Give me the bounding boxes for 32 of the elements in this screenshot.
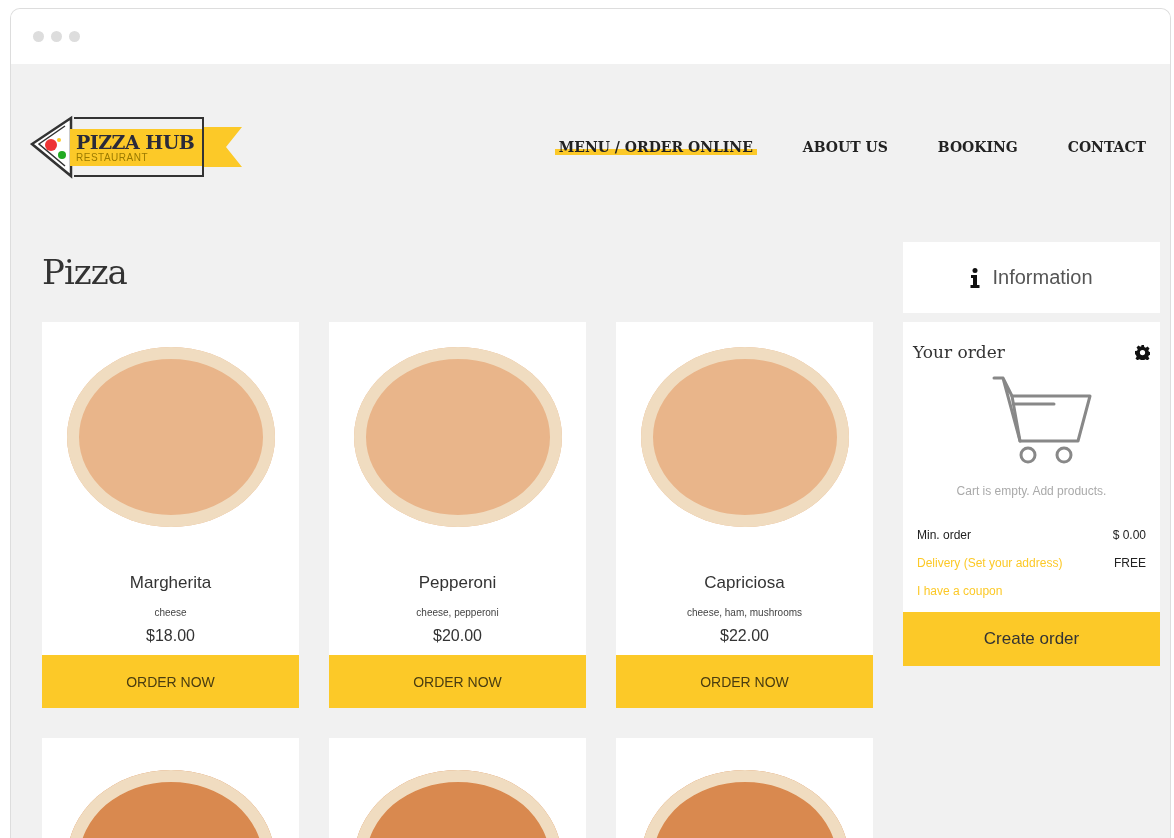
create-order-button[interactable]: Create order: [903, 612, 1160, 666]
empty-cart-message: Cart is empty. Add products.: [955, 484, 1108, 498]
pizza-ingredients: cheese, ham, mushrooms: [685, 607, 804, 618]
settings-icon[interactable]: [1135, 344, 1150, 360]
logo-name: PIZZA HUB: [76, 130, 195, 153]
nav-link[interactable]: BOOKING: [933, 139, 1022, 155]
window-dot: [69, 31, 80, 42]
pizza-name: Pepperoni: [417, 573, 498, 593]
pizza-ingredients: cheese, pepperoni: [415, 607, 500, 618]
order-now-button[interactable]: ORDER NOW: [616, 655, 873, 708]
information-label[interactable]: Information: [992, 266, 1093, 289]
pizza-slice-icon: [28, 114, 74, 180]
pizza-price: $20.00: [432, 627, 483, 645]
pizza-name: Capriciosa: [703, 573, 786, 593]
window-dot: [51, 31, 62, 42]
cart-icon: [991, 376, 1092, 466]
summary-value: FREE: [1114, 556, 1146, 570]
nav-link[interactable]: ABOUT US: [798, 139, 892, 155]
order-now-button[interactable]: ORDER NOW: [42, 655, 299, 708]
pizza-price: $18.00: [145, 627, 196, 645]
order-now-button[interactable]: ORDER NOW: [329, 655, 586, 708]
summary-value: $ 0.00: [1112, 528, 1146, 542]
order-title: Your order: [913, 342, 1005, 362]
info-icon: [970, 267, 981, 288]
pizza-name: Margherita: [128, 573, 213, 593]
logo-tagline: RESTAURANT: [76, 152, 150, 163]
window-dot: [33, 31, 44, 42]
pizza-price: $22.00: [719, 627, 770, 645]
pizza-ingredients: cheese: [153, 607, 188, 618]
summary-label: Min. order: [917, 528, 972, 542]
section-title: Pizza: [42, 252, 128, 294]
nav-link[interactable]: CONTACT: [1063, 139, 1150, 155]
